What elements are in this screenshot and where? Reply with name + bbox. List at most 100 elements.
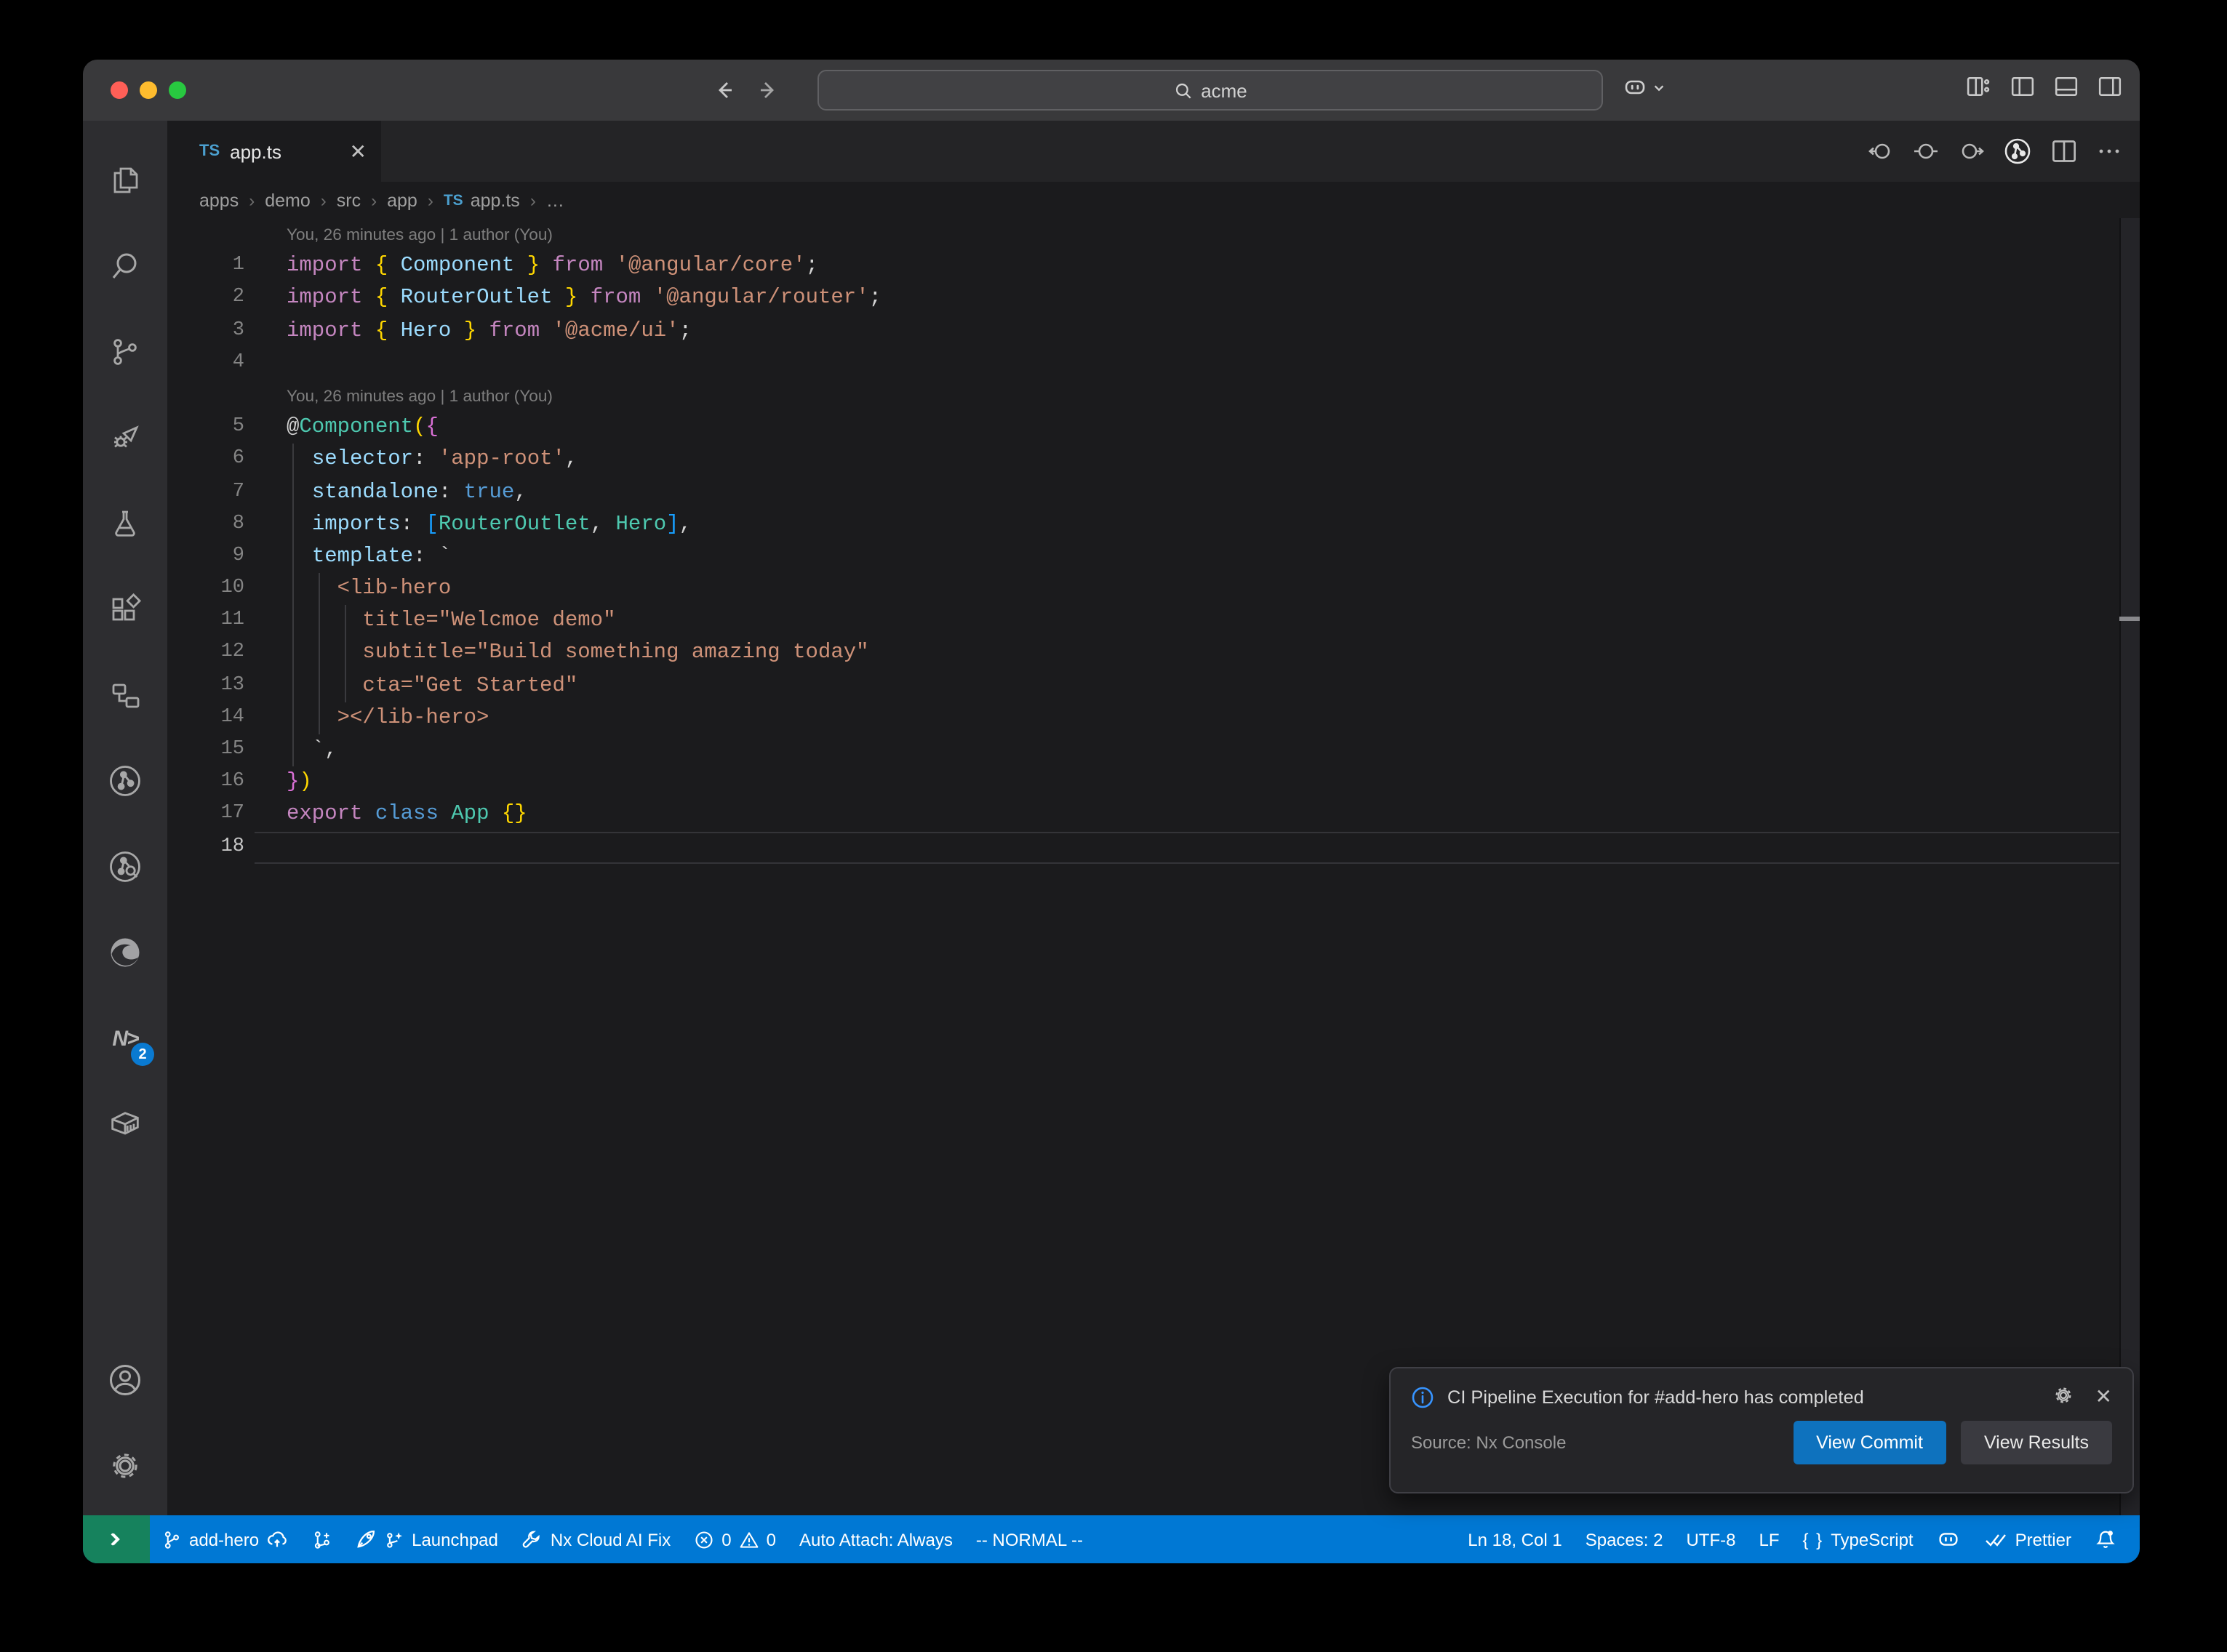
code-text: }) xyxy=(244,766,312,798)
notification-title: CI Pipeline Execution for #add-hero has … xyxy=(1447,1387,2040,1407)
graph-circle-icon[interactable] xyxy=(2003,137,2032,166)
code-line[interactable]: 2import { RouterOutlet } from '@angular/… xyxy=(167,283,2119,315)
nx-cloud-label: Nx Cloud AI Fix xyxy=(551,1529,671,1549)
sparkle-branch-icon xyxy=(384,1529,404,1549)
account-icon[interactable] xyxy=(90,1344,160,1416)
source-control-icon[interactable] xyxy=(90,316,160,388)
code-line[interactable]: 4 xyxy=(167,348,2119,380)
double-check-icon xyxy=(1985,1528,2008,1551)
command-center-search[interactable]: acme xyxy=(817,70,1603,111)
nx-cloud-fix-item[interactable]: Nx Cloud AI Fix xyxy=(510,1515,682,1563)
typescript-file-icon: TS xyxy=(199,143,220,160)
line-number: 16 xyxy=(167,766,244,798)
notifications-bell-item[interactable] xyxy=(2083,1515,2128,1563)
customize-layout-icon[interactable] xyxy=(1967,74,1991,99)
code-line[interactable]: 15 `, xyxy=(167,734,2119,766)
hierarchy-view-icon[interactable] xyxy=(90,659,160,731)
git-blame-annotation[interactable]: You, 26 minutes ago | 1 author (You) xyxy=(167,218,2119,250)
split-editor-icon[interactable] xyxy=(2051,138,2077,164)
copilot-status-item[interactable] xyxy=(1925,1515,1973,1563)
circle-arrow-right-icon[interactable] xyxy=(1958,138,1984,164)
toggle-panel-icon[interactable] xyxy=(2054,74,2079,99)
testing-icon[interactable] xyxy=(90,487,160,560)
package-icon[interactable] xyxy=(90,1088,160,1160)
code-text: imports: [RouterOutlet, Hero], xyxy=(244,508,692,540)
code-line[interactable]: 5@Component({ xyxy=(167,412,2119,444)
branch-status-icon[interactable] xyxy=(300,1515,343,1563)
close-tab-icon[interactable]: ✕ xyxy=(350,139,367,164)
nx-graph-icon[interactable] xyxy=(90,745,160,817)
edge-tools-icon[interactable] xyxy=(90,916,160,989)
more-actions-icon[interactable] xyxy=(2096,138,2122,164)
code-line[interactable]: 17export class App {} xyxy=(167,799,2119,831)
minimize-window-button[interactable] xyxy=(140,81,157,99)
circle-dash-icon[interactable] xyxy=(1913,138,1939,164)
code-text xyxy=(244,831,287,863)
settings-gear-icon[interactable] xyxy=(90,1430,160,1502)
code-line[interactable]: 13 cta="Get Started" xyxy=(167,670,2119,702)
code-line[interactable]: 7 standalone: true, xyxy=(167,476,2119,508)
close-window-button[interactable] xyxy=(111,81,128,99)
encoding-item[interactable]: UTF-8 xyxy=(1674,1515,1747,1563)
code-text: title="Welcmoe demo" xyxy=(244,606,616,638)
breadcrumb-item[interactable]: src xyxy=(337,190,361,210)
breadcrumb-item[interactable]: demo xyxy=(265,190,311,210)
code-line[interactable]: 11 title="Welcmoe demo" xyxy=(167,606,2119,638)
cursor-position-item[interactable]: Ln 18, Col 1 xyxy=(1456,1515,1573,1563)
view-commit-button[interactable]: View Commit xyxy=(1793,1420,1946,1464)
notification-close-icon[interactable]: ✕ xyxy=(2095,1384,2112,1409)
code-text: import { Component } from '@angular/core… xyxy=(244,250,818,282)
formatter-item[interactable]: Prettier xyxy=(1973,1515,2083,1563)
back-arrow-icon[interactable] xyxy=(713,79,736,102)
typescript-file-icon: TS xyxy=(444,191,463,209)
code-line[interactable]: 14 ></lib-hero> xyxy=(167,702,2119,734)
auto-attach-item[interactable]: Auto Attach: Always xyxy=(788,1515,964,1563)
code-editor[interactable]: You, 26 minutes ago | 1 author (You)1imp… xyxy=(167,218,2140,1515)
toggle-primary-sidebar-icon[interactable] xyxy=(2010,74,2035,99)
code-text: import { Hero } from '@acme/ui'; xyxy=(244,315,692,347)
view-results-button[interactable]: View Results xyxy=(1961,1420,2112,1464)
vim-mode-item[interactable]: -- NORMAL -- xyxy=(964,1515,1095,1563)
indentation-item[interactable]: Spaces: 2 xyxy=(1574,1515,1675,1563)
editor-scrollbar[interactable] xyxy=(2119,218,2140,1515)
problems-item[interactable]: 0 0 xyxy=(682,1515,788,1563)
error-icon xyxy=(694,1529,714,1549)
code-line[interactable]: 3import { Hero } from '@acme/ui'; xyxy=(167,315,2119,347)
zoom-window-button[interactable] xyxy=(169,81,186,99)
line-number: 2 xyxy=(167,283,244,315)
code-line[interactable]: 1import { Component } from '@angular/cor… xyxy=(167,250,2119,282)
eol-item[interactable]: LF xyxy=(1747,1515,1791,1563)
code-line[interactable]: 12 subtitle="Build something amazing tod… xyxy=(167,638,2119,670)
git-branch-item[interactable]: add-hero xyxy=(150,1515,300,1563)
notification-settings-gear-icon[interactable] xyxy=(2053,1384,2075,1409)
nx-console-icon[interactable]: N> 2 xyxy=(90,1002,160,1075)
code-line[interactable]: 8 imports: [RouterOutlet, Hero], xyxy=(167,508,2119,540)
language-mode-item[interactable]: { } TypeScript xyxy=(1791,1515,1925,1563)
code-text: standalone: true, xyxy=(244,476,527,508)
code-line[interactable]: 10 <lib-hero xyxy=(167,573,2119,605)
code-line[interactable]: 16}) xyxy=(167,766,2119,798)
breadcrumb-item[interactable]: app.ts xyxy=(471,190,520,210)
code-line[interactable]: 6 selector: 'app-root', xyxy=(167,444,2119,476)
breadcrumb-item[interactable]: apps xyxy=(199,190,239,210)
forward-arrow-icon[interactable] xyxy=(756,79,780,102)
nx-graph-search-icon[interactable] xyxy=(90,830,160,903)
breadcrumb-item[interactable]: app xyxy=(387,190,417,210)
remote-indicator[interactable] xyxy=(83,1515,150,1563)
launchpad-item[interactable]: Launchpad xyxy=(343,1515,510,1563)
launchpad-label: Launchpad xyxy=(412,1529,498,1549)
code-line[interactable]: 18 xyxy=(167,831,2119,863)
code-line[interactable]: 9 template: ` xyxy=(167,541,2119,573)
copilot-menu[interactable] xyxy=(1622,74,1666,100)
extensions-icon[interactable] xyxy=(90,573,160,646)
line-number: 8 xyxy=(167,508,244,540)
search-view-icon[interactable] xyxy=(90,230,160,302)
toggle-secondary-sidebar-icon[interactable] xyxy=(2098,74,2122,99)
breadcrumb-item[interactable]: … xyxy=(546,190,564,210)
line-number: 14 xyxy=(167,702,244,734)
explorer-icon[interactable] xyxy=(90,144,160,217)
circle-arrow-left-icon[interactable] xyxy=(1868,138,1894,164)
git-blame-annotation[interactable]: You, 26 minutes ago | 1 author (You) xyxy=(167,380,2119,412)
tab-app-ts[interactable]: TS app.ts ✕ xyxy=(167,121,381,182)
run-debug-icon[interactable] xyxy=(90,401,160,474)
